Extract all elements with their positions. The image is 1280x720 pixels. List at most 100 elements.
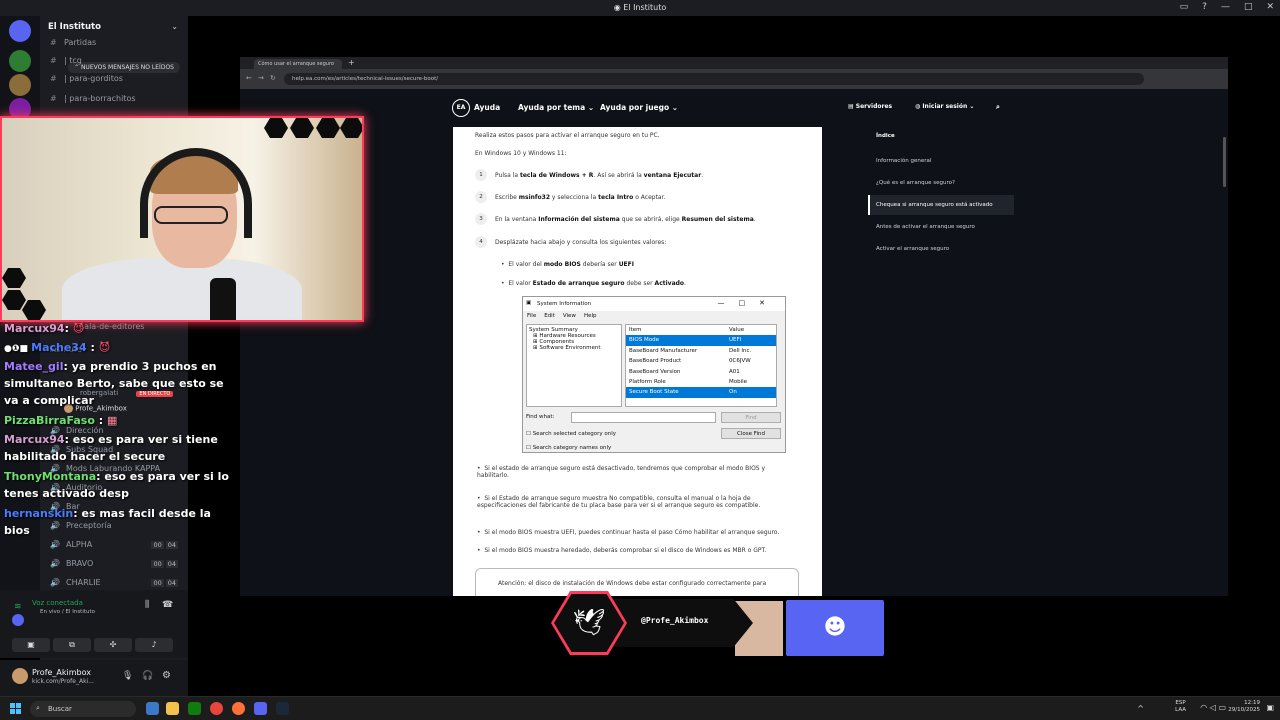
discord-title-bar: ◉ El Instituto ▭ ? — □ ✕ (0, 0, 1280, 16)
file-explorer-icon[interactable] (146, 702, 159, 715)
hex-decoration (2, 268, 26, 288)
sysinfo-header: Item Value (629, 327, 745, 333)
toc-item-active[interactable]: Chequea si arranque seguro está activado (876, 202, 993, 208)
ea-logo[interactable]: EA (452, 99, 470, 117)
maximize-button[interactable]: □ (1244, 2, 1253, 12)
sysinfo-row: Platform Role Mobile (629, 378, 748, 385)
sysinfo-row: BIOS Mode UEFI (626, 335, 776, 346)
sysinfo-row: BaseBoard Product 0C6JVW (629, 358, 751, 365)
firefox-icon[interactable] (232, 702, 245, 715)
toc-title: Índice (876, 133, 895, 139)
browser-tab[interactable]: Cómo usar el arranque seguro (254, 59, 342, 69)
webcam-overlay (0, 116, 364, 322)
toc-item[interactable]: ¿Qué es el arranque seguro? (876, 180, 955, 186)
reload-icon[interactable]: ↻ (270, 74, 276, 82)
gear-icon[interactable]: ⚙ (162, 670, 171, 681)
tray-chevron-icon[interactable]: ^ (1137, 704, 1144, 713)
browser-window: Cómo usar el arranque seguro + ← → ↻ hel… (240, 57, 1228, 596)
toc-item[interactable]: Antes de activar el arranque seguro (876, 224, 975, 230)
hex-decoration (316, 118, 340, 138)
help-icon[interactable]: ? (1202, 2, 1207, 12)
discord-logo-icon: ☻ (786, 600, 884, 656)
screen-share-button[interactable]: ⧉ (53, 638, 91, 652)
channel-item[interactable]: # Partidas (50, 38, 96, 47)
minimize-button[interactable]: — (1221, 2, 1230, 12)
url-input[interactable]: help.ea.com/es/articles/technical-issues… (284, 73, 1144, 85)
voice-channel[interactable]: 🔊 ALPHA (50, 540, 92, 549)
server-icon-2[interactable] (9, 50, 31, 72)
hex-decoration (264, 118, 288, 138)
nav-login[interactable]: ◍ Iniciar sesión ⌄ (915, 103, 974, 110)
chat-message: Matee_gil: ya prendio 3 puchos en simult… (4, 360, 224, 407)
sysinfo-row: BaseBoard Version A01 (629, 368, 740, 375)
network-volume-icons[interactable]: ◠ ◁ ▭ (1200, 703, 1226, 712)
toc-item[interactable]: Activar el arranque seguro (876, 246, 949, 252)
forward-icon[interactable]: → (258, 74, 264, 82)
channel-item[interactable]: # | tcg (50, 56, 82, 65)
server-icon-3[interactable] (9, 74, 31, 96)
activities-button[interactable]: ✣ (94, 638, 132, 652)
unread-messages-pill[interactable]: ⌃ NUEVOS MENSAJES NO LEÍDOS (68, 62, 180, 73)
xbox-icon[interactable] (188, 702, 201, 715)
ea-brand[interactable]: Ayuda (474, 103, 500, 112)
close-button[interactable]: ✕ (1266, 2, 1274, 12)
sysinfo-titlebar: ▣ System Information —□✕ (523, 297, 785, 311)
twitter-bird-icon: 🕊 (554, 594, 624, 652)
steam-icon[interactable] (276, 702, 289, 715)
windows-taskbar: ⌕ Buscar ^ ESP LAA ◠ ◁ ▭ 12:19 29/10/2025 ▣ (0, 696, 1280, 720)
speaker-icon: 🔊 (50, 578, 60, 587)
channel-item[interactable]: # | para-borrachitos (50, 94, 136, 103)
channel-item[interactable]: # | para-gorditos (50, 74, 123, 83)
scrollbar[interactable] (1223, 137, 1226, 187)
clock[interactable]: 12:19 29/10/2025 (1228, 700, 1260, 714)
voice-channel[interactable]: 🔊 CHARLIE (50, 578, 101, 587)
close-find-button: Close Find (721, 428, 781, 439)
mic-icon[interactable]: 🎙 (122, 671, 133, 681)
hash-icon: # (50, 38, 57, 47)
new-tab-button[interactable]: + (348, 58, 355, 67)
chevron-down-icon[interactable]: ⌄ (171, 22, 178, 31)
voice-count: 00 04 (151, 560, 178, 568)
server-name[interactable]: El Instituto (48, 22, 101, 32)
nav-help-by-game[interactable]: Ayuda por juego ⌄ (600, 103, 678, 112)
avatar[interactable] (12, 668, 28, 684)
voice-location[interactable]: En vivo / El Instituto (40, 609, 95, 615)
user-status: kick.com/Profe_Aki... (32, 678, 94, 685)
language-indicator[interactable]: ESP LAA (1175, 700, 1186, 714)
sysinfo-list: Item Value BIOS Mode UEFI BaseBoard Manufa… (625, 324, 777, 407)
after-bullet: • Si el estado de arranque seguro está d… (477, 465, 766, 479)
back-icon[interactable]: ← (246, 74, 252, 82)
noise-icon[interactable]: ⫼ (145, 600, 149, 610)
notification-icon[interactable]: ▣ (1266, 703, 1274, 712)
folder-icon[interactable] (166, 702, 179, 715)
os-text: En Windows 10 y Windows 11: (475, 150, 567, 157)
camera-button[interactable]: ▣ (12, 638, 50, 652)
window-controls-icon: —□✕ (717, 299, 779, 307)
chrome-icon[interactable] (210, 702, 223, 715)
nav-servers[interactable]: ▤ Servidores (848, 103, 892, 110)
voice-count: 00 04 (151, 541, 178, 549)
hash-icon: # (50, 56, 57, 65)
search-icon[interactable]: ⌕ (996, 103, 1000, 112)
inbox-icon[interactable]: ▭ (1180, 2, 1189, 12)
nav-help-by-topic[interactable]: Ayuda por tema ⌄ (518, 103, 594, 112)
headphones-icon[interactable]: 🎧 (142, 671, 153, 681)
voice-channel[interactable]: 🔊 BRAVO (50, 559, 93, 568)
step-number: 4 (475, 236, 487, 248)
discord-icon (12, 614, 24, 626)
search-names-checkbox: ☐ Search category names only (526, 445, 612, 451)
bullet-bios-mode: • El valor del modo BIOS debería ser UEF… (501, 261, 634, 268)
start-button[interactable] (10, 703, 22, 715)
desktop: ◉ El Instituto ▭ ? — □ ✕ El Instituto ⌄ … (0, 0, 1280, 720)
server-icon-1[interactable] (9, 20, 31, 42)
soundboard-button[interactable]: ♪ (135, 638, 173, 652)
after-bullet: • Si el modo BIOS muestra heredado, debe… (477, 547, 767, 554)
chevron-down-icon: ⌄ (587, 103, 595, 112)
hash-icon: # (50, 74, 57, 83)
disconnect-icon[interactable]: ☎ (162, 600, 173, 610)
step-number: 2 (475, 191, 487, 203)
toc-item[interactable]: Información general (876, 158, 931, 164)
discord-icon[interactable] (254, 702, 267, 715)
taskbar-search[interactable]: ⌕ Buscar (30, 701, 136, 717)
voice-connection-panel: ≋ Voz conectada En vivo / El Instituto ⫼… (0, 590, 188, 658)
